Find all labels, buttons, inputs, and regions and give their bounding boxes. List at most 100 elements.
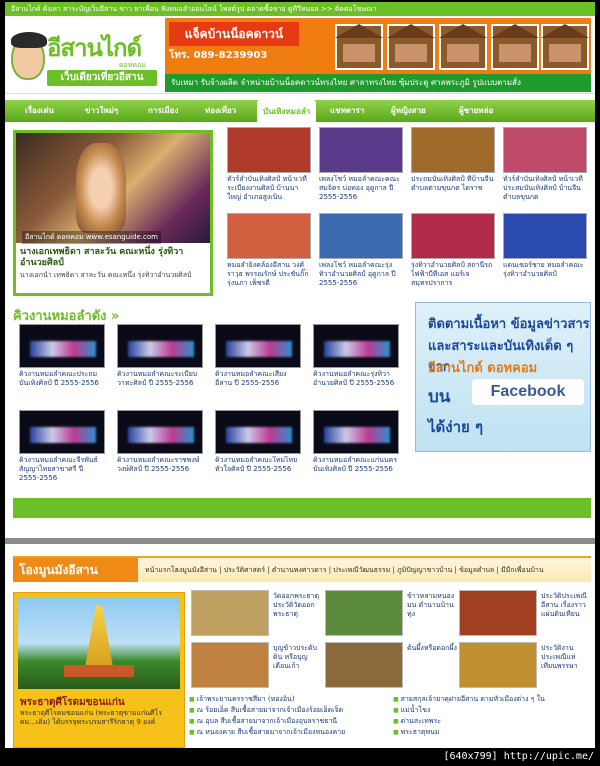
thumb-caption[interactable]: เพลงโชว์ หมอลำคณะรุ่งทิวาอำนวยศิลป์ อุดู…	[319, 261, 403, 297]
thumb-item[interactable]: เพลงโชว์ หมอลำคณะรุ่งทิวาอำนวยศิลป์ อุดู…	[319, 213, 403, 297]
bottom-item[interactable]: วัดออกพระธาตุ ประวัติวัดออกพระธาตุ	[191, 590, 323, 638]
video-thumbnail[interactable]	[215, 410, 301, 454]
bottom-item[interactable]: ประวัติงานประเพณีแห่เทียนพรรษา	[459, 642, 591, 690]
video-item[interactable]: คิวงานหมอลำคณะเสียงอีสาน ปี 2555-2556	[215, 324, 301, 400]
thumb-caption[interactable]: รุ่งทิวาอำนวยศิลป์ สถานีรถไฟฟ้าบีทีเอส แ…	[411, 261, 495, 297]
video-caption[interactable]: คิวงานหมอลำคณะใหม่ไทย หัวใจศิลป์ ปี 2555…	[215, 456, 301, 486]
thumb-item[interactable]: หมอลำยิ่งคล้องอีสาน วงศ์ราวุธ พรรณรักษ์ …	[227, 213, 311, 297]
thumb-caption[interactable]: เพลงโชว์ หมอลำคณะคณะสมจิตร บ่อทอง อุดูกา…	[319, 175, 403, 211]
thumb-image[interactable]	[227, 213, 311, 259]
thumb-item[interactable]: ประถมบันเทิงศิลป์ ที่บ้านจีน ตำบลตามขุนก…	[411, 127, 495, 211]
featured-image[interactable]: อีสานไกด์ ดอทคอม www.esanguide.com	[16, 133, 210, 244]
list-item[interactable]: ณ อุบล สืบเชื้อสายมาจากเจ้าเมืองอุบลราชธ…	[189, 716, 345, 727]
list-item[interactable]: แม่น้ำโขง	[393, 705, 545, 716]
nav-item-politics[interactable]: การเมือง	[148, 104, 178, 117]
list-item[interactable]: ด่านสะเทพระ	[393, 716, 545, 727]
thumb-caption[interactable]: ประถมบันเทิงศิลป์ ที่บ้านจีน ตำบลตามขุนก…	[411, 175, 495, 211]
bottom-featured-title[interactable]: พระธาตุศีโรดมขอนแก่น	[20, 695, 125, 710]
bottom-section-links[interactable]: หน้าแรกโฮงมูนมังอีสาน | ประวัติศาสตร์ | …	[145, 565, 544, 576]
bottom-item-image[interactable]	[459, 642, 537, 688]
thumb-item[interactable]: ทัวร์ลำบันเทิงศิลป์ หน้าเวทีระเบียงงานศิ…	[227, 127, 311, 211]
list-item[interactable]: ณ หนองคาย สืบเชื้อสายมาจากเจ้าเมืองหนองค…	[189, 727, 346, 738]
bottom-item[interactable]: ต้นผึ้งหรือดอกผึ้ง	[325, 642, 457, 690]
list-item[interactable]: ณ ร้อยเอ็ด สืบเชื้อสายมาจากเจ้าเมืองร้อย…	[189, 705, 345, 716]
video-thumbnail[interactable]	[117, 410, 203, 454]
bottom-item-caption[interactable]: ต้นผึ้งหรือดอกผึ้ง	[407, 644, 457, 653]
facebook-button[interactable]: Facebook	[472, 379, 584, 405]
video-thumbnail[interactable]	[19, 410, 105, 454]
ad-banner[interactable]: แจ็คบ้านน็อคดาวน์ โทร. 089-8239903 รับเห…	[165, 18, 591, 92]
thumb-item[interactable]: เพลงโชว์ หมอลำคณะคณะสมจิตร บ่อทอง อุดูกา…	[319, 127, 403, 211]
top-bar[interactable]: อีสานไกด์ ค้นหา สาระบัญเว็บอีสาน ข่าว หา…	[5, 2, 595, 16]
list-item[interactable]: สายสกุลเจ้ายาคุฝายอีสาน ตามหัวเมืองต่าง …	[393, 694, 545, 705]
promo-line-4: บน	[428, 387, 451, 407]
bottom-item[interactable]: บุญข้าวประดับดิน หรือบุญเดือนเก้า	[191, 642, 323, 690]
bottom-item[interactable]: ประวัติประเพณี อีสาน เรื่องราวแผ่นดินเที…	[459, 590, 591, 638]
nav-item-women[interactable]: ผู้หญิงสวย	[391, 104, 426, 117]
pagoda-image[interactable]	[18, 597, 180, 689]
nav-item-entertainment[interactable]: บันเทิงหมอลำ	[257, 100, 317, 122]
thumb-image[interactable]	[411, 127, 495, 173]
video-item[interactable]: คิวงานหมอลำคณะแก่นนครบันเทิงศิลป์ ปี 255…	[313, 410, 399, 486]
nav-item-men[interactable]: ผู้ชายหล่อ	[459, 104, 493, 117]
bottom-item-caption[interactable]: บุญข้าวประดับดิน หรือบุญเดือนเก้า	[273, 644, 323, 671]
video-caption[interactable]: คิวงานหมอลำคณะประถมบันเทิงศิลป์ ปี 2555-…	[19, 370, 105, 400]
video-caption[interactable]: คิวงานหมอลำคณะแก่นนครบันเทิงศิลป์ ปี 255…	[313, 456, 399, 486]
video-caption[interactable]: คิวงานหมอลำคณะจีรพันธ์สัญญาไทยสาขาศรี ปี…	[19, 456, 105, 486]
nav-item-chat[interactable]: แชทดารา	[330, 104, 364, 117]
video-caption[interactable]: คิวงานหมอลำคณะเสียงอีสาน ปี 2555-2556	[215, 370, 301, 400]
bottom-item[interactable]: ข้าวหลามหนองมน ตำนานบ้านทุ่ง	[325, 590, 457, 638]
banner-subtitle: รับเหมา รับจ้างผลิต จำหน่ายบ้านน็อคดาวน์…	[165, 74, 591, 92]
site-logo[interactable]: อีสานไกด์ ดอทคอม เว็บเดียวเที่ยวอีสาน	[9, 22, 161, 88]
video-item[interactable]: คิวงานหมอลำคณะใหม่ไทย หัวใจศิลป์ ปี 2555…	[215, 410, 301, 486]
thumb-caption[interactable]: หมอลำยิ่งคล้องอีสาน วงศ์ราวุธ พรรณรักษ์ …	[227, 261, 311, 297]
video-item[interactable]: คิวงานหมอลำคณะรุ่งทิวาอำนวยศิลป์ ปี 2555…	[313, 324, 399, 400]
thumb-image[interactable]	[411, 213, 495, 259]
video-thumbnail[interactable]	[313, 324, 399, 368]
video-caption[interactable]: คิวงานหมอลำคณะราชพงษ์ วงษ์ศิลป์ ปี 2555-…	[117, 456, 203, 486]
bottom-item-caption[interactable]: ประวัติประเพณี อีสาน เรื่องราวแผ่นดินเที…	[541, 592, 591, 619]
list-item[interactable]: เจ้าพระยานครราชสีมา (ทองอิน)	[189, 694, 345, 705]
bottom-item-caption[interactable]: วัดออกพระธาตุ ประวัติวัดออกพระธาตุ	[273, 592, 323, 619]
video-caption[interactable]: คิวงานหมอลำคณะรุ่งทิวาอำนวยศิลป์ ปี 2555…	[313, 370, 399, 400]
list-item[interactable]: พระธาตุพนม	[393, 727, 545, 738]
facebook-promo[interactable]: ติดตามเนื้อหา ข้อมูลข่าวสาร และสาระและบั…	[415, 302, 591, 452]
thumb-image[interactable]	[227, 127, 311, 173]
bottom-section-header: โองมูนมังอีสาน หน้าแรกโฮงมูนมังอีสาน | ป…	[13, 556, 591, 582]
bottom-item-image[interactable]	[191, 590, 269, 636]
bottom-featured[interactable]: พระธาตุศีโรดมขอนแก่น พระธาตุศีโรดมขอนแก่…	[13, 592, 185, 748]
video-thumbnail[interactable]	[215, 324, 301, 368]
video-caption[interactable]: คิวงานหมอลำคณะระเบียบวาทะศิลป์ ปี 2555-2…	[117, 370, 203, 400]
thumb-image[interactable]	[319, 213, 403, 259]
thumb-image[interactable]	[503, 127, 587, 173]
bottom-item-image[interactable]	[459, 590, 537, 636]
bottom-item-image[interactable]	[191, 642, 269, 688]
bottom-item-caption[interactable]: ข้าวหลามหนองมน ตำนานบ้านทุ่ง	[407, 592, 457, 619]
video-item[interactable]: คิวงานหมอลำคณะราชพงษ์ วงษ์ศิลป์ ปี 2555-…	[117, 410, 203, 486]
bottom-item-image[interactable]	[325, 642, 403, 688]
nav-item-news[interactable]: ข่าวใหม่ๆ	[85, 104, 118, 117]
video-item[interactable]: คิวงานหมอลำคณะจีรพันธ์สัญญาไทยสาขาศรี ปี…	[19, 410, 105, 486]
video-item[interactable]: คิวงานหมอลำคณะระเบียบวาทะศิลป์ ปี 2555-2…	[117, 324, 203, 400]
bottom-item-image[interactable]	[325, 590, 403, 636]
thumb-item[interactable]: แดนเซอร์ชาย หมอลำคณะรุ่งทิวาอำนวยศิลป์	[503, 213, 587, 297]
thumb-image[interactable]	[319, 127, 403, 173]
featured-title[interactable]: นางเอกเทพธิดา สาละวัน คณะหนึ่ง รุ่งทิวา …	[16, 243, 210, 271]
nav-item-travel[interactable]: ท่องเที่ยว	[205, 104, 236, 117]
top-bar-links[interactable]: อีสานไกด์ ค้นหา สาระบัญเว็บอีสาน ข่าว หา…	[11, 5, 377, 13]
thumb-image[interactable]	[503, 213, 587, 259]
video-thumbnail[interactable]	[117, 324, 203, 368]
featured-story[interactable]: อีสานไกด์ ดอทคอม www.esanguide.com นางเอ…	[13, 130, 213, 296]
nav-item-highlights[interactable]: เรื่องเด่น	[25, 104, 54, 117]
thumb-item[interactable]: ทัวร์ลำบันเทิงศิลป์ หน้าเวทีประสมบันเทิง…	[503, 127, 587, 211]
video-thumbnail[interactable]	[313, 410, 399, 454]
section-heading-concert-schedule[interactable]: คิวงานหมอลำดัง »	[13, 305, 119, 326]
thumb-item[interactable]: รุ่งทิวาอำนวยศิลป์ สถานีรถไฟฟ้าบีทีเอส แ…	[411, 213, 495, 297]
video-thumbnail[interactable]	[19, 324, 105, 368]
bottom-item-caption[interactable]: ประวัติงานประเพณีแห่เทียนพรรษา	[541, 644, 591, 671]
thumb-caption[interactable]: แดนเซอร์ชาย หมอลำคณะรุ่งทิวาอำนวยศิลป์	[503, 261, 587, 297]
thumb-caption[interactable]: ทัวร์ลำบันเทิงศิลป์ หน้าเวทีประสมบันเทิง…	[503, 175, 587, 211]
bottom-section-title[interactable]: โองมูนมังอีสาน	[13, 558, 138, 582]
video-item[interactable]: คิวงานหมอลำคณะประถมบันเทิงศิลป์ ปี 2555-…	[19, 324, 105, 400]
thumb-caption[interactable]: ทัวร์ลำบันเทิงศิลป์ หน้าเวทีระเบียงงานศิ…	[227, 175, 311, 211]
